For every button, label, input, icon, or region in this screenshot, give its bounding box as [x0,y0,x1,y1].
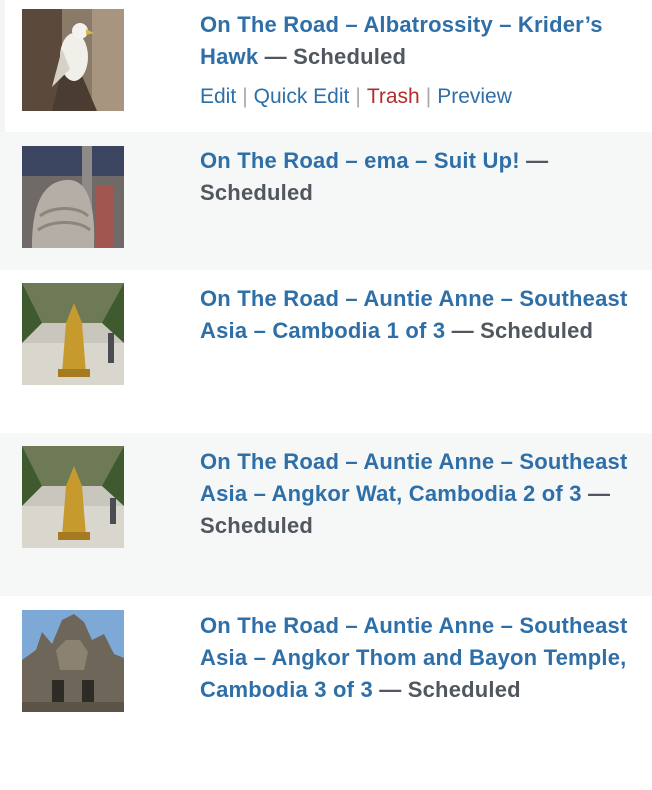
post-state-separator: — [581,481,611,506]
action-divider: | [425,85,432,108]
post-state: Scheduled [480,318,594,343]
post-state: Scheduled [200,180,314,205]
post-state: Scheduled [293,44,407,69]
airport-stupa-photo-icon [22,446,124,548]
post-title-cell: On The Road – Albatrossity – Krider’s Ha… [200,9,636,73]
post-title-link[interactable]: On The Road – Auntie Anne – Southeast As… [200,449,627,506]
preview-link[interactable]: Preview [437,85,512,108]
hawk-photo-icon [22,9,124,111]
post-thumbnail[interactable] [22,446,124,548]
post-state-separator: — [372,677,408,702]
post-thumbnail[interactable] [22,146,124,248]
posts-list: On The Road – Albatrossity – Krider’s Ha… [0,0,652,790]
bayon-temple-photo-icon [22,610,124,712]
trash-link[interactable]: Trash [367,85,420,108]
post-title-cell: On The Road – Auntie Anne – Southeast As… [200,610,636,706]
post-thumbnail[interactable] [22,283,124,385]
row-actions: Edit | Quick Edit | Trash | Preview [200,82,512,112]
post-state: Scheduled [200,513,314,538]
action-divider: | [355,85,361,108]
post-title-cell: On The Road – Auntie Anne – Southeast As… [200,283,636,347]
post-thumbnail[interactable] [22,610,124,712]
action-divider: | [242,85,248,108]
post-state-separator: — [445,318,481,343]
post-state-separator: — [519,148,549,173]
post-state: Scheduled [407,677,521,702]
post-title-cell: On The Road – Auntie Anne – Southeast As… [200,446,636,542]
quick-edit-link[interactable]: Quick Edit [254,85,350,108]
post-title-link[interactable]: On The Road – ema – Suit Up! [200,148,520,173]
post-thumbnail[interactable] [22,9,124,111]
airport-stupa-photo-icon [22,283,124,385]
post-row: On The Road – Auntie Anne – Southeast As… [0,433,652,596]
post-state-separator: — [258,44,294,69]
post-row: On The Road – Auntie Anne – Southeast As… [0,270,652,433]
edit-link[interactable]: Edit [200,85,236,108]
post-row: On The Road – Albatrossity – Krider’s Ha… [0,0,652,132]
post-row: On The Road – Auntie Anne – Southeast As… [0,596,652,790]
post-row: On The Road – ema – Suit Up! — Scheduled [0,132,652,270]
armor-photo-icon [22,146,124,248]
post-title-cell: On The Road – ema – Suit Up! — Scheduled [200,145,636,209]
